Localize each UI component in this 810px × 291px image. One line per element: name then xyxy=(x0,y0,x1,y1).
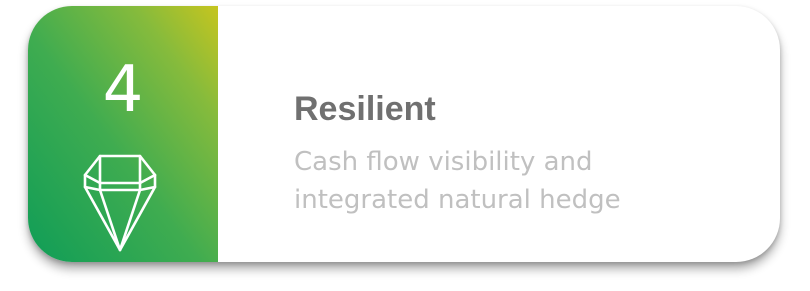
gem-icon xyxy=(83,154,157,252)
card-title: Resilient xyxy=(294,90,436,128)
description-line-2: integrated natural hedge xyxy=(294,185,621,215)
value-card: 4 Resilient Cash flow visibility and int… xyxy=(28,6,780,262)
number-badge: 4 xyxy=(28,6,218,262)
card-number: 4 xyxy=(102,53,144,127)
card-description: Cash flow visibility and integrated natu… xyxy=(294,143,621,219)
description-line-1: Cash flow visibility and xyxy=(294,147,593,177)
